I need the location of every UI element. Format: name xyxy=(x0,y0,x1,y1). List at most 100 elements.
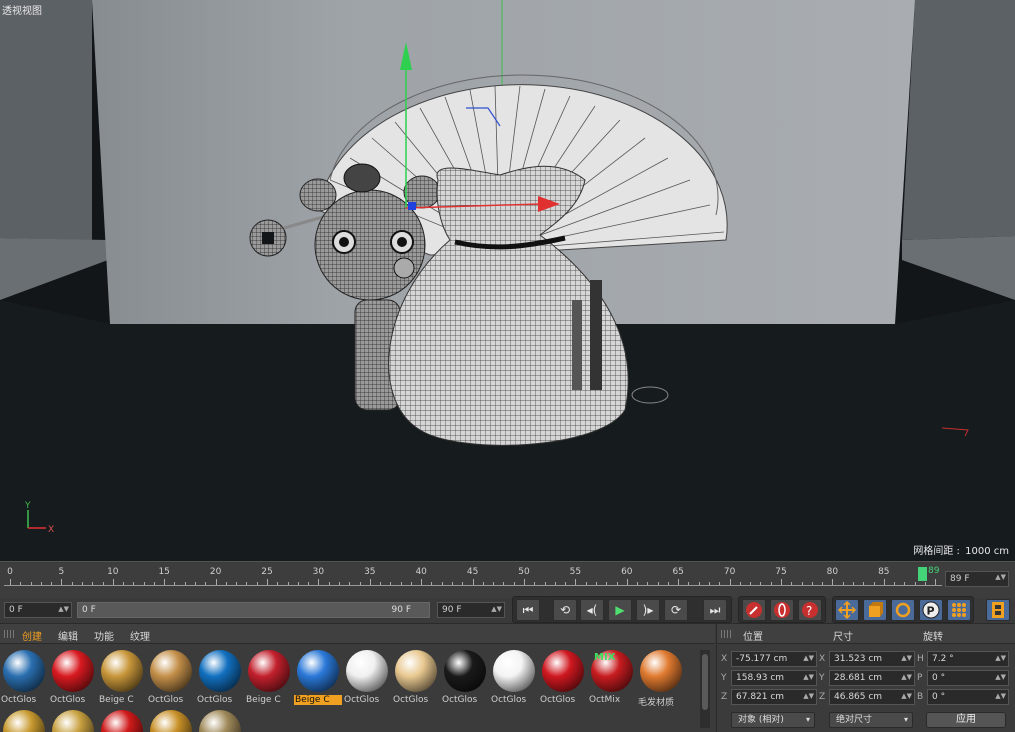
material-swatch[interactable]: OctGlos xyxy=(392,648,440,708)
material-swatch[interactable] xyxy=(147,708,195,732)
position-z-field[interactable]: 67.821 cm ▲▼ xyxy=(731,689,817,705)
next-frame-button[interactable]: )▸ xyxy=(636,599,660,621)
go-to-end-button[interactable]: ⏭ xyxy=(703,599,727,621)
material-scrollbar[interactable] xyxy=(700,650,710,728)
axis-label: Y xyxy=(819,673,825,683)
playhead[interactable] xyxy=(918,567,927,581)
panel-grip-icon[interactable] xyxy=(4,630,14,638)
material-swatch[interactable] xyxy=(0,708,48,732)
timeline-ruler[interactable]: 0 5 10 15 20 25 30 35 40 45 50 55 60 65 70 75 80 85 xyxy=(4,565,942,591)
material-name: OctGlos xyxy=(442,695,478,705)
spinner-icon[interactable]: ▲▼ xyxy=(901,691,912,701)
spinner-icon[interactable]: ▲▼ xyxy=(803,672,814,682)
parameter-key-button[interactable]: P xyxy=(919,599,943,621)
auto-key-button[interactable] xyxy=(770,599,794,621)
material-swatch[interactable]: Beige C xyxy=(294,648,342,708)
ruler-tick xyxy=(92,582,94,585)
material-swatch[interactable]: OctGlos xyxy=(441,648,489,708)
menu-edit[interactable]: 编辑 xyxy=(58,628,78,643)
scale-key-button[interactable] xyxy=(863,599,887,621)
material-swatch[interactable]: OctGlos xyxy=(343,648,391,708)
spinner-icon[interactable]: ▲▼ xyxy=(491,604,502,614)
rotation-p-field[interactable]: 0 ° ▲▼ xyxy=(927,670,1009,686)
material-swatch[interactable]: OctGlos xyxy=(147,648,195,708)
material-swatch[interactable]: 毛发材质 xyxy=(637,648,685,708)
spinner-icon[interactable]: ▲▼ xyxy=(995,573,1006,581)
viewport-title[interactable]: 透视视图 xyxy=(2,2,42,17)
material-swatch[interactable] xyxy=(98,708,146,732)
point-level-button[interactable] xyxy=(947,599,971,621)
ruler-tick xyxy=(410,582,412,585)
size-y-field[interactable]: 28.681 cm ▲▼ xyxy=(829,670,915,686)
menu-texture[interactable]: 纹理 xyxy=(130,628,150,643)
spinner-icon[interactable]: ▲▼ xyxy=(995,653,1006,663)
next-key-button[interactable]: ⟳ xyxy=(664,599,688,621)
axis-x-label: X xyxy=(48,525,54,535)
material-name: OctGlos xyxy=(148,695,184,705)
position-y-field[interactable]: 158.93 cm ▲▼ xyxy=(731,670,817,686)
material-swatch[interactable]: OctGlos xyxy=(0,648,48,708)
axis-label: Z xyxy=(721,692,728,702)
rotate-icon xyxy=(895,602,911,618)
ruler-tick xyxy=(606,582,608,585)
ruler-tick xyxy=(637,582,639,585)
position-key-button[interactable] xyxy=(835,599,859,621)
coordinate-mode-dropdown[interactable]: 对象 (相对) xyxy=(731,712,815,728)
material-swatch[interactable]: OctGlos xyxy=(196,648,244,708)
material-swatch[interactable]: MIX OctMix xyxy=(588,648,636,708)
material-name: OctMix xyxy=(589,695,621,705)
material-swatch[interactable]: Beige C xyxy=(245,648,293,708)
material-swatch[interactable] xyxy=(196,708,244,732)
rotation-b-field[interactable]: 0 ° ▲▼ xyxy=(927,689,1009,705)
spinner-icon[interactable]: ▲▼ xyxy=(995,691,1006,701)
panel-grip-icon[interactable] xyxy=(721,630,731,638)
rotation-key-button[interactable] xyxy=(891,599,915,621)
timeline-window-button[interactable] xyxy=(986,599,1010,621)
scroll-thumb[interactable] xyxy=(702,654,708,710)
spinner-icon[interactable]: ▲▼ xyxy=(58,604,69,614)
ruler-tick xyxy=(935,579,937,585)
material-swatch[interactable]: Beige C xyxy=(98,648,146,708)
current-frame-field[interactable]: 89 F ▲▼ xyxy=(945,571,1009,587)
timeline[interactable]: 0 5 10 15 20 25 30 35 40 45 50 55 60 65 70 75 80 85 89 89… xyxy=(0,563,1015,598)
ruler-tick-label: 10 xyxy=(107,567,119,577)
spinner-icon[interactable]: ▲▼ xyxy=(901,653,912,663)
menu-function[interactable]: 功能 xyxy=(94,628,114,643)
size-x-field[interactable]: 31.523 cm ▲▼ xyxy=(829,651,915,667)
range-start-field[interactable]: 0 F ▲▼ xyxy=(4,602,72,618)
material-name: OctGlos xyxy=(344,695,380,705)
spinner-icon[interactable]: ▲▼ xyxy=(901,672,912,682)
material-swatch[interactable]: OctGlos xyxy=(539,648,587,708)
range-end-field[interactable]: 90 F ▲▼ xyxy=(437,602,505,618)
apply-button[interactable]: 应用 xyxy=(926,712,1006,728)
preview-range-slider[interactable]: 0 F 90 F xyxy=(77,602,430,618)
ruler-tick xyxy=(822,582,824,585)
size-z-field[interactable]: 46.865 cm ▲▼ xyxy=(829,689,915,705)
rotation-h-field[interactable]: 7.2 ° ▲▼ xyxy=(927,651,1009,667)
perspective-viewport[interactable]: 透视视图 Y X 网格间距: 1000 cm xyxy=(0,0,1015,562)
spinner-icon[interactable]: ▲▼ xyxy=(995,672,1006,682)
material-swatch[interactable]: OctGlos xyxy=(49,648,97,708)
ruler-tick xyxy=(472,579,474,585)
grid-spacing-label: 网格间距 : xyxy=(913,546,960,557)
ruler-tick xyxy=(894,582,896,585)
grid-spacing-value: 1000 cm xyxy=(965,546,1009,557)
ruler-tick xyxy=(359,582,361,585)
material-swatch[interactable] xyxy=(49,708,97,732)
ruler-tick xyxy=(750,582,752,585)
play-button[interactable]: ▶ xyxy=(608,599,632,621)
previous-key-button[interactable]: ⟲ xyxy=(553,599,577,621)
previous-frame-button[interactable]: ◂( xyxy=(580,599,604,621)
position-x-field[interactable]: -75.177 cm ▲▼ xyxy=(731,651,817,667)
spinner-icon[interactable]: ▲▼ xyxy=(803,653,814,663)
size-mode-dropdown[interactable]: 绝对尺寸 xyxy=(829,712,913,728)
material-swatch[interactable]: OctGlos xyxy=(490,648,538,708)
ruler-tick xyxy=(781,579,782,585)
keyframe-selection-button[interactable]: ? xyxy=(798,599,822,621)
menu-create[interactable]: 创建 xyxy=(22,628,42,643)
position-z-value: 67.821 cm xyxy=(736,692,785,702)
ruler-tick-label: 75 xyxy=(775,567,787,577)
go-to-start-button[interactable]: ⏮ xyxy=(516,599,540,621)
spinner-icon[interactable]: ▲▼ xyxy=(803,691,814,701)
record-key-button[interactable] xyxy=(742,599,766,621)
